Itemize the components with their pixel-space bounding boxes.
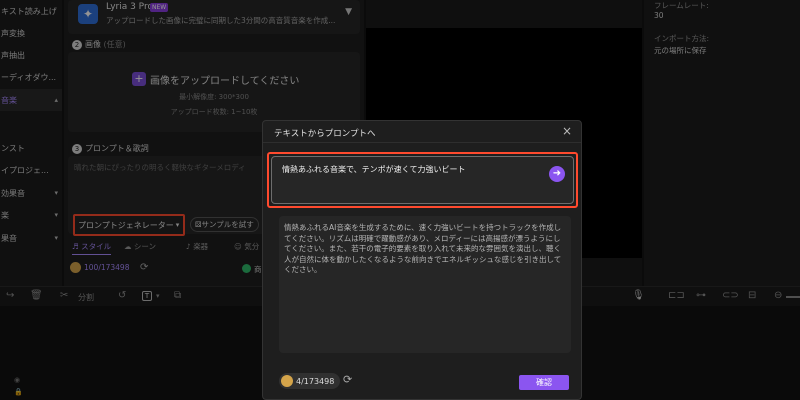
refresh-icon[interactable]: ⟳ xyxy=(343,373,352,386)
prompt-input[interactable]: 情熱あふれる音楽で、テンポが速くて力強いビート ➜ xyxy=(271,156,574,204)
generated-prompt-box[interactable]: 情熱あふれるAI音楽を生成するために、速く力強いビートを持つトラックを作成してく… xyxy=(279,216,571,353)
confirm-button[interactable]: 確認 xyxy=(519,375,569,390)
prompt-input-highlight: 情熱あふれる音楽で、テンポが速くて力強いビート ➜ xyxy=(267,152,578,208)
dialog-credits: 4/173498 xyxy=(279,373,341,389)
credits-value: 4/173498 xyxy=(296,376,335,386)
dialog-footer: 4/173498 ⟳ 確認 xyxy=(263,367,581,400)
close-icon[interactable]: × xyxy=(562,124,572,138)
generated-prompt-text: 情熱あふれるAI音楽を生成するために、速く力強いビートを持つトラックを作成してく… xyxy=(284,223,562,274)
prompt-input-value: 情熱あふれる音楽で、テンポが速くて力強いビート xyxy=(282,165,466,174)
text-to-prompt-dialog: テキストからプロンプトへ × 情熱あふれる音楽で、テンポが速くて力強いビート ➜… xyxy=(262,120,582,400)
arrow-right-icon[interactable]: ➜ xyxy=(549,166,565,182)
coin-icon xyxy=(281,375,293,387)
dialog-header: テキストからプロンプトへ × xyxy=(263,121,581,143)
dialog-title: テキストからプロンプトへ xyxy=(274,129,376,139)
